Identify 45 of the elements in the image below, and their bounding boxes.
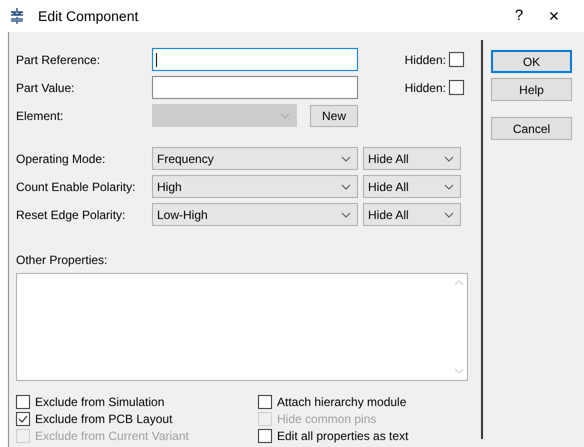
checkbox-label: Exclude from Simulation bbox=[35, 394, 164, 410]
dialog-button[interactable]: OK bbox=[491, 50, 572, 73]
chevron-down-icon bbox=[444, 184, 454, 190]
checkbox-label: Edit all properties as text bbox=[277, 428, 408, 444]
checkbox-label: Exclude from PCB Layout bbox=[35, 410, 172, 428]
field-label: Operating Mode: bbox=[16, 150, 106, 168]
field-label: Element: bbox=[16, 108, 64, 124]
close-button[interactable]: × bbox=[534, 2, 574, 30]
dropdown[interactable]: Hide All bbox=[363, 147, 461, 170]
field-label: Part Reference: bbox=[16, 52, 102, 68]
field-label: Count Enable Polarity: bbox=[16, 178, 136, 196]
chevron-down-icon bbox=[444, 212, 454, 218]
checkbox[interactable] bbox=[16, 394, 30, 408]
dropdown[interactable]: Frequency bbox=[152, 147, 358, 170]
help-button[interactable]: ? bbox=[504, 4, 534, 28]
section-label: Other Properties: bbox=[16, 252, 108, 269]
checkbox-label: Hide common pins bbox=[277, 410, 376, 428]
field-label: Reset Edge Polarity: bbox=[16, 206, 126, 224]
hidden-label: Hidden: bbox=[404, 52, 446, 68]
chevron-down-icon bbox=[280, 112, 290, 118]
text-field[interactable] bbox=[152, 48, 358, 71]
checkbox-label: Attach hierarchy module bbox=[277, 394, 406, 410]
scroll-down-icon bbox=[454, 368, 464, 374]
chevron-down-icon bbox=[341, 212, 351, 218]
dialog-button[interactable]: Help bbox=[491, 78, 572, 101]
chevron-down-icon bbox=[341, 184, 351, 190]
dropdown[interactable]: Low-High bbox=[152, 203, 358, 226]
chevron-down-icon bbox=[444, 156, 454, 162]
checkbox[interactable] bbox=[258, 394, 272, 408]
checkbox[interactable] bbox=[16, 412, 30, 426]
window-title: Edit Component bbox=[38, 6, 138, 26]
chevron-down-icon bbox=[341, 156, 351, 162]
checkbox-label: Exclude from Current Variant bbox=[35, 428, 189, 444]
hidden-checkbox[interactable] bbox=[449, 80, 464, 95]
field-label: Part Value: bbox=[16, 80, 76, 96]
dialog-button[interactable]: Cancel bbox=[491, 117, 572, 140]
text-field[interactable] bbox=[152, 76, 358, 99]
checkbox[interactable] bbox=[258, 428, 272, 442]
hidden-label: Hidden: bbox=[404, 80, 446, 96]
dropdown[interactable]: High bbox=[152, 175, 358, 198]
dropdown[interactable]: Hide All bbox=[363, 175, 461, 198]
hidden-checkbox[interactable] bbox=[449, 52, 464, 67]
component-icon bbox=[10, 8, 24, 24]
scroll-up-icon bbox=[454, 280, 464, 286]
dropdown[interactable]: Hide All bbox=[363, 203, 461, 226]
